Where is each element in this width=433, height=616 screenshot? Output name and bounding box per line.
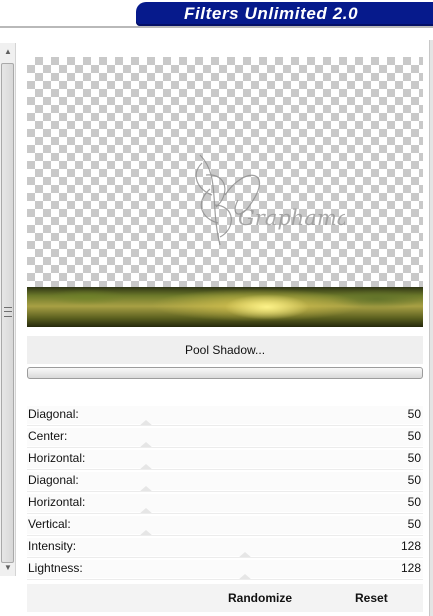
parameter-slider-track[interactable] (27, 428, 423, 446)
parameter-slider-track[interactable] (27, 516, 423, 534)
parameter-row[interactable]: Center: 50 (27, 426, 423, 448)
reset-button[interactable]: Reset (355, 591, 388, 605)
parameter-value: 128 (400, 561, 421, 575)
preview-canvas (27, 57, 423, 287)
slider-tick-line (27, 579, 423, 580)
parameter-slider-track[interactable] (27, 406, 423, 424)
parameter-slider-track[interactable] (27, 494, 423, 512)
parameter-value: 50 (407, 429, 421, 443)
parameter-row[interactable]: Intensity: 128 (27, 536, 423, 558)
parameter-value: 50 (407, 451, 421, 465)
vertical-scrollbar[interactable]: ▲ ▼ (0, 43, 16, 576)
parameter-value: 50 (407, 495, 421, 509)
window-edge (429, 40, 433, 616)
parameter-value: 50 (407, 407, 421, 421)
parameter-label: Vertical: (28, 517, 71, 531)
parameter-slider-track[interactable] (27, 560, 423, 578)
parameter-slider-track[interactable] (27, 472, 423, 490)
button-bar: Randomize Reset (27, 584, 423, 612)
title-banner: Filters Unlimited 2.0 (0, 0, 433, 26)
parameter-value: 50 (407, 473, 421, 487)
parameter-value: 50 (407, 517, 421, 531)
title-divider (0, 26, 433, 28)
app-title: Filters Unlimited 2.0 (184, 4, 359, 23)
parameter-label: Intensity: (28, 539, 77, 553)
parameter-slider-track[interactable] (27, 450, 423, 468)
parameter-row[interactable]: Lightness: 128 (27, 558, 423, 580)
parameter-row[interactable]: Diagonal: 50 (27, 470, 423, 492)
grip-icon (4, 307, 12, 317)
parameter-label: Diagonal: (28, 473, 79, 487)
scroll-down-arrow-icon[interactable]: ▼ (0, 559, 16, 576)
filter-name: Pool Shadow... (184, 343, 266, 357)
parameter-row[interactable]: Horizontal: 50 (27, 492, 423, 514)
parameter-list: Diagonal: 50 Center: 50 Horizontal: 50 Diagona… (27, 404, 423, 580)
progress-bar (27, 367, 423, 379)
parameter-row[interactable]: Vertical: 50 (27, 514, 423, 536)
randomize-button[interactable]: Randomize (228, 591, 292, 605)
preview-image (27, 287, 423, 327)
scroll-up-arrow-icon[interactable]: ▲ (0, 43, 16, 60)
parameter-label: Diagonal: (28, 407, 79, 421)
filter-name-panel[interactable]: Pool Shadow... (27, 336, 423, 364)
scroll-thumb[interactable] (1, 63, 14, 563)
parameter-slider-track[interactable] (27, 538, 423, 556)
parameter-label: Center: (28, 429, 68, 443)
parameter-label: Lightness: (28, 561, 83, 575)
parameter-row[interactable]: Horizontal: 50 (27, 448, 423, 470)
parameter-label: Horizontal: (28, 495, 86, 509)
parameter-value: 128 (400, 539, 421, 553)
parameter-row[interactable]: Diagonal: 50 (27, 404, 423, 426)
parameter-label: Horizontal: (28, 451, 86, 465)
